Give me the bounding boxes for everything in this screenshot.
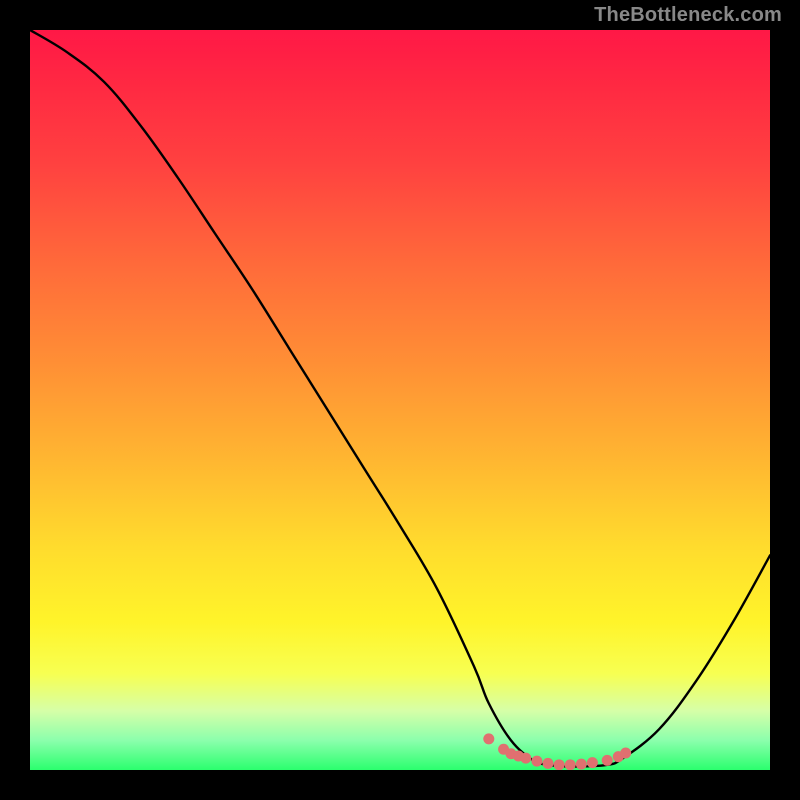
chart-svg bbox=[30, 30, 770, 770]
plot-area bbox=[30, 30, 770, 770]
highlight-dot bbox=[565, 759, 576, 770]
highlight-dot bbox=[483, 733, 494, 744]
chart-container: TheBottleneck.com bbox=[0, 0, 800, 800]
highlight-dot bbox=[576, 759, 587, 770]
highlight-dot bbox=[543, 758, 554, 769]
highlight-dot bbox=[531, 756, 542, 767]
watermark-text: TheBottleneck.com bbox=[594, 4, 782, 27]
highlight-dot bbox=[520, 753, 531, 764]
highlight-dot bbox=[554, 759, 565, 770]
highlight-dot bbox=[620, 747, 631, 758]
chart-dots bbox=[483, 733, 631, 770]
highlight-dot bbox=[587, 757, 598, 768]
highlight-dot bbox=[602, 755, 613, 766]
chart-curve bbox=[30, 30, 770, 767]
